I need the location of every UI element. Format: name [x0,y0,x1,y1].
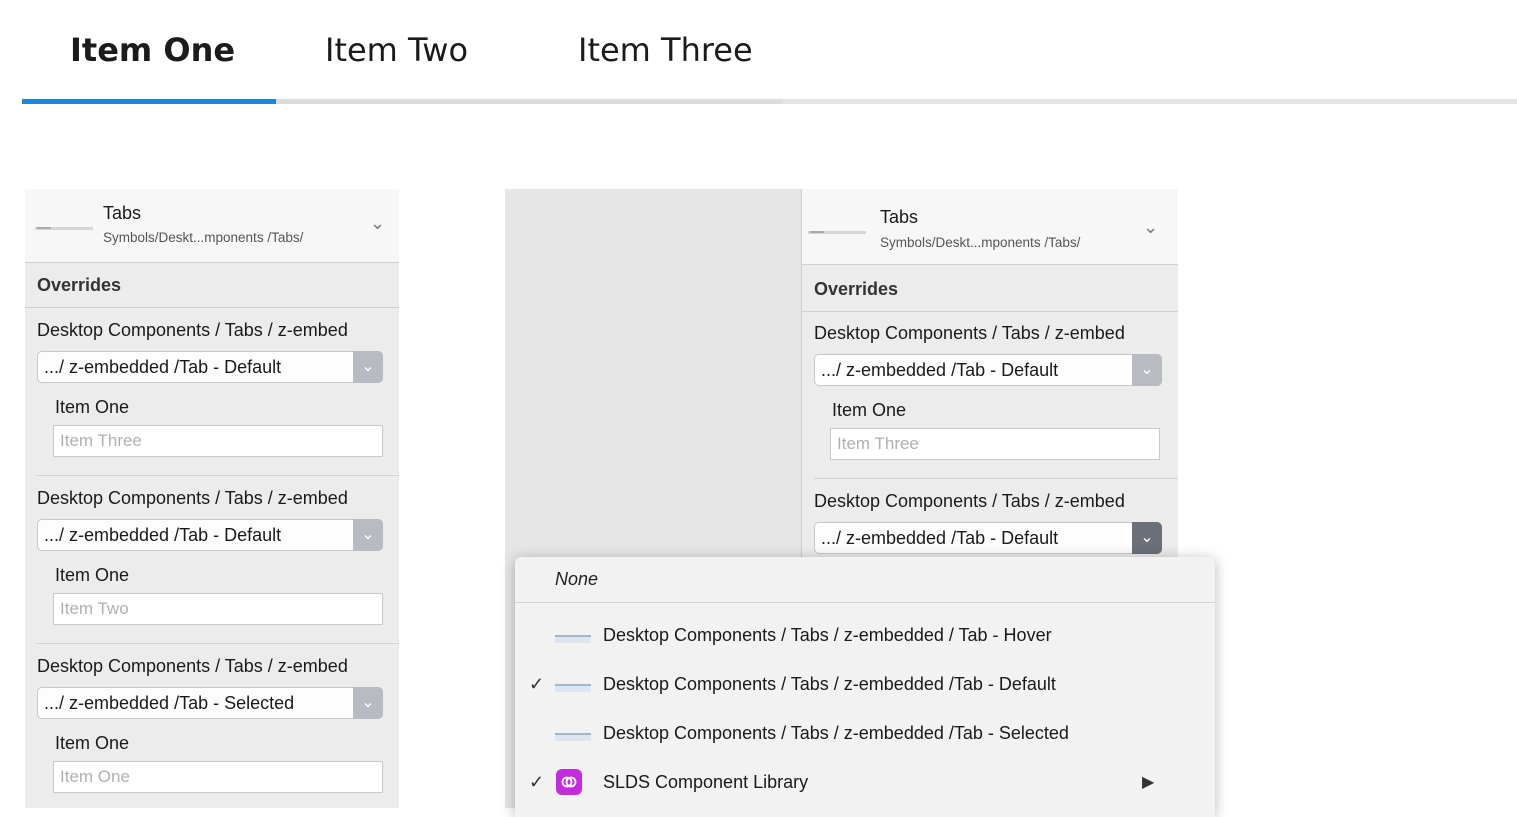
symbol-select[interactable]: .../ z-embedded /Tab - Default ⌄ [37,351,383,383]
chevron-down-icon[interactable]: ⌄ [1143,217,1158,238]
select-value: .../ z-embedded /Tab - Default [44,357,282,377]
symbol-select[interactable]: .../ z-embedded /Tab - Default ⌄ [37,519,383,551]
overrides-header: Overrides [802,267,1178,312]
symbol-select-open[interactable]: .../ z-embedded /Tab - Default ⌄ [814,522,1162,554]
symbol-select[interactable]: .../ z-embedded /Tab - Selected ⌄ [37,687,383,719]
symbol-thumbnail-icon [555,684,591,692]
chevron-down-icon[interactable]: ⌄ [353,351,383,383]
divider [37,643,399,644]
symbol-path: Symbols/Deskt...mponents /Tabs/ [103,230,304,245]
select-value: .../ z-embedded /Tab - Selected [44,693,295,713]
text-override-input[interactable] [830,428,1160,460]
menu-item-label: Desktop Components / Tabs / z-embedded /… [603,723,1069,743]
tab-item-two[interactable]: Item Two [325,30,468,70]
symbol-path: Symbols/Deskt...mponents /Tabs/ [880,235,1081,250]
tab-item-one[interactable]: Item One [70,30,235,70]
overrides-header: Overrides [25,263,399,308]
text-override-input[interactable] [53,761,383,793]
tab-underline-extension [782,99,1517,104]
select-value: .../ z-embedded /Tab - Default [44,525,282,545]
symbol-header: Tabs Symbols/Deskt...mponents /Tabs/ ⌄ [802,189,1178,265]
divider [814,478,1178,479]
menu-item-tab-hover[interactable]: Desktop Components / Tabs / z-embedded /… [515,615,1177,659]
text-override-input[interactable] [53,593,383,625]
chevron-down-icon[interactable]: ⌄ [353,687,383,719]
divider [37,475,399,476]
menu-item-tab-selected[interactable]: Desktop Components / Tabs / z-embedded /… [515,713,1177,757]
chevron-down-icon[interactable]: ⌄ [353,519,383,551]
text-override-input[interactable] [53,425,383,457]
menu-item-none[interactable]: None [515,559,1177,603]
override-group-title: Desktop Components / Tabs / z-embed [814,491,1125,511]
left-inspector-panel: Tabs Symbols/Deskt...mponents /Tabs/ ⌄ O… [25,189,399,808]
chevron-down-icon[interactable]: ⌄ [370,213,385,234]
symbol-title: Tabs [880,207,919,227]
menu-separator [515,602,1215,603]
field-label: Item One [55,397,130,417]
select-value: .../ z-embedded /Tab - Default [821,528,1059,548]
menu-item-label: Desktop Components / Tabs / z-embedded /… [603,625,1052,645]
field-label: Item One [832,400,907,420]
tab-active-indicator [22,99,276,104]
symbol-thumbnail-icon [555,635,591,643]
checkmark-icon: ✓ [529,772,545,792]
slds-library-icon [556,769,582,795]
checkmark-icon: ✓ [529,674,545,694]
override-group-title: Desktop Components / Tabs / z-embed [37,656,348,676]
symbol-dropdown-menu: None Desktop Components / Tabs / z-embed… [515,557,1215,817]
symbol-thumbnail [808,231,866,234]
tab-item-three[interactable]: Item Three [578,30,753,70]
chevron-down-icon[interactable]: ⌄ [1132,522,1162,554]
symbol-thumbnail [35,227,93,230]
submenu-arrow-icon: ▶ [1142,774,1155,791]
symbol-header: Tabs Symbols/Deskt...mponents /Tabs/ ⌄ [25,189,399,263]
chevron-down-icon[interactable]: ⌄ [1132,354,1162,386]
tab-bar: Item One Item Two Item Three [0,0,1517,110]
symbol-select[interactable]: .../ z-embedded /Tab - Default ⌄ [814,354,1162,386]
symbol-thumbnail-icon [555,733,591,741]
select-value: .../ z-embedded /Tab - Default [821,360,1059,380]
menu-item-tab-default[interactable]: ✓ Desktop Components / Tabs / z-embedded… [515,664,1177,708]
field-label: Item One [55,733,130,753]
override-group-title: Desktop Components / Tabs / z-embed [814,323,1125,343]
override-group-title: Desktop Components / Tabs / z-embed [37,320,348,340]
symbol-title: Tabs [103,203,142,223]
override-group-title: Desktop Components / Tabs / z-embed [37,488,348,508]
tab-underline [276,99,782,104]
field-label: Item One [55,565,130,585]
menu-item-label: SLDS Component Library [603,772,809,792]
menu-item-slds-library[interactable]: ✓ SLDS Component Library ▶ [515,762,1215,806]
menu-item-label: None [555,569,599,589]
menu-item-label: Desktop Components / Tabs / z-embedded /… [603,674,1056,694]
